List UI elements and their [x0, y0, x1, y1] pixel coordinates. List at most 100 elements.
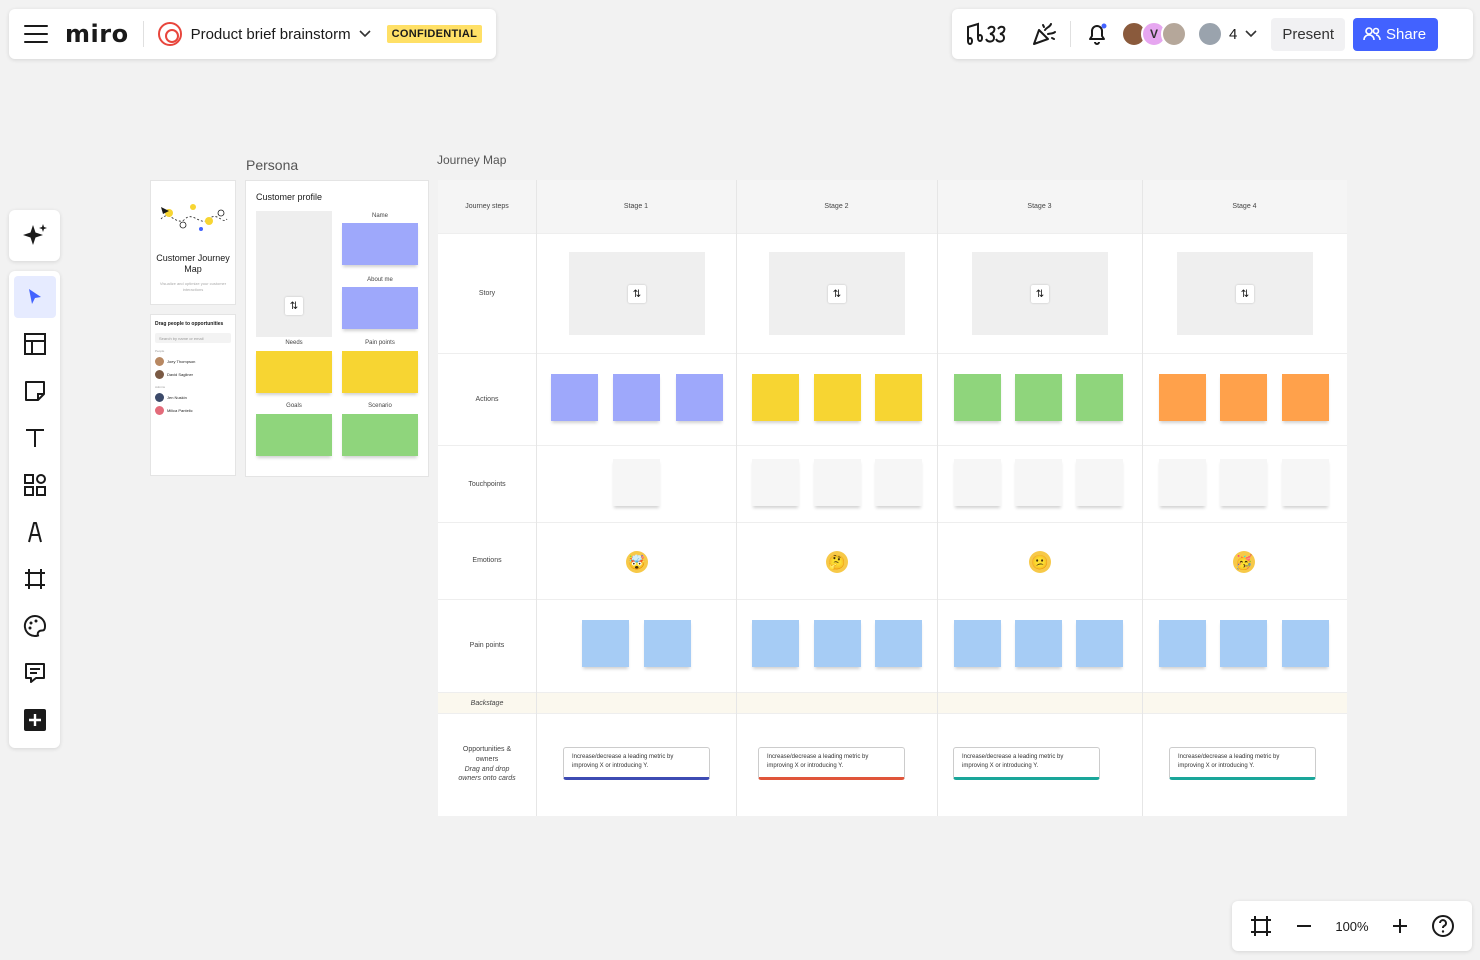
- confidential-badge[interactable]: CONFIDENTIAL: [386, 25, 483, 43]
- emotion-emoji[interactable]: 😕: [1029, 551, 1051, 573]
- emotion-emoji[interactable]: 🤯: [626, 551, 648, 573]
- collaborator-count[interactable]: 4: [1229, 26, 1237, 43]
- people-card[interactable]: Drag people to opportunities Search by n…: [150, 314, 236, 476]
- touchpoint-sticky[interactable]: [1220, 459, 1267, 506]
- text-tool[interactable]: [14, 417, 56, 459]
- story-image-placeholder[interactable]: ⇅: [569, 252, 705, 335]
- pen-tool[interactable]: [14, 511, 56, 553]
- pain-point-sticky[interactable]: [1076, 620, 1123, 667]
- opportunity-card[interactable]: Increase/decrease a leading metric by im…: [953, 747, 1100, 780]
- collaborator-avatars[interactable]: V 4: [1121, 21, 1257, 47]
- action-sticky[interactable]: [954, 374, 1001, 421]
- profile-photo-placeholder[interactable]: ⇅: [256, 211, 332, 337]
- action-sticky[interactable]: [752, 374, 799, 421]
- miro-logo[interactable]: miro: [65, 20, 129, 48]
- ai-sparkle-button[interactable]: [9, 210, 60, 261]
- notifications-bell-icon[interactable]: [1077, 14, 1117, 54]
- pain-point-sticky[interactable]: [1220, 620, 1267, 667]
- action-sticky[interactable]: [551, 374, 598, 421]
- zoom-level[interactable]: 100%: [1335, 919, 1368, 934]
- swap-icon[interactable]: ⇅: [1236, 285, 1254, 303]
- story-image-placeholder[interactable]: ⇅: [1177, 252, 1313, 335]
- pain-point-sticky[interactable]: [582, 620, 629, 667]
- story-image-placeholder[interactable]: ⇅: [769, 252, 905, 335]
- persona-frame[interactable]: Customer profile ⇅ Name About me Needs P…: [245, 180, 429, 477]
- action-sticky[interactable]: [676, 374, 723, 421]
- shapes-tool[interactable]: [14, 464, 56, 506]
- emotion-emoji[interactable]: 🥳: [1233, 551, 1255, 573]
- share-button[interactable]: Share: [1353, 17, 1439, 51]
- frame-tool[interactable]: [14, 558, 56, 600]
- opportunity-card[interactable]: Increase/decrease a leading metric by im…: [758, 747, 905, 780]
- touchpoint-sticky[interactable]: [1015, 459, 1062, 506]
- more-tools-button[interactable]: [14, 699, 56, 741]
- action-sticky[interactable]: [1076, 374, 1123, 421]
- action-sticky[interactable]: [814, 374, 861, 421]
- pain-point-sticky[interactable]: [644, 620, 691, 667]
- stage-header[interactable]: Stage 4: [1142, 203, 1347, 210]
- persona-frame-label[interactable]: Persona: [246, 157, 298, 173]
- pain-point-sticky[interactable]: [1282, 620, 1329, 667]
- opportunity-card[interactable]: Increase/decrease a leading metric by im…: [563, 747, 710, 780]
- stage-header[interactable]: Stage 2: [736, 203, 937, 210]
- swap-icon[interactable]: ⇅: [628, 285, 646, 303]
- chevron-down-icon[interactable]: [1245, 30, 1257, 38]
- touchpoint-sticky[interactable]: [954, 459, 1001, 506]
- stage-header[interactable]: Stage 3: [937, 203, 1142, 210]
- present-button[interactable]: Present: [1271, 17, 1346, 51]
- person-item[interactable]: David Sagliner: [155, 370, 231, 379]
- templates-tool[interactable]: [14, 323, 56, 365]
- people-search-input[interactable]: Search by name or email: [155, 333, 231, 343]
- touchpoint-sticky[interactable]: [875, 459, 922, 506]
- pain-point-sticky[interactable]: [1015, 620, 1062, 667]
- swap-icon[interactable]: ⇅: [828, 285, 846, 303]
- frame-icon[interactable]: [1249, 914, 1273, 938]
- pain-point-sticky[interactable]: [814, 620, 861, 667]
- opportunity-card[interactable]: Increase/decrease a leading metric by im…: [1169, 747, 1316, 780]
- touchpoint-sticky[interactable]: [1282, 459, 1329, 506]
- person-item[interactable]: Jen Nuskin: [155, 393, 231, 402]
- stickers-tool[interactable]: [14, 605, 56, 647]
- story-image-placeholder[interactable]: ⇅: [972, 252, 1108, 335]
- intro-card[interactable]: Customer Journey Map Visualize and optim…: [150, 180, 236, 305]
- journey-frame-label[interactable]: Journey Map: [437, 153, 506, 167]
- sticky-note[interactable]: [342, 287, 418, 329]
- zoom-in-icon[interactable]: [1391, 917, 1409, 935]
- action-sticky[interactable]: [1282, 374, 1329, 421]
- avatar[interactable]: [1161, 21, 1187, 47]
- pain-point-sticky[interactable]: [954, 620, 1001, 667]
- action-sticky[interactable]: [613, 374, 660, 421]
- action-sticky[interactable]: [1220, 374, 1267, 421]
- emotion-emoji[interactable]: 🤔: [826, 551, 848, 573]
- sticky-note[interactable]: [342, 223, 418, 265]
- person-item[interactable]: Joey Thompson: [155, 357, 231, 366]
- pain-point-sticky[interactable]: [1159, 620, 1206, 667]
- action-sticky[interactable]: [1159, 374, 1206, 421]
- touchpoint-sticky[interactable]: [1159, 459, 1206, 506]
- menu-icon[interactable]: [24, 25, 48, 43]
- person-item[interactable]: Milica Pantelic: [155, 406, 231, 415]
- touchpoint-sticky[interactable]: [814, 459, 861, 506]
- sticky-note[interactable]: [256, 414, 332, 456]
- chevron-down-icon[interactable]: [359, 30, 371, 38]
- swap-icon[interactable]: ⇅: [1031, 285, 1049, 303]
- board-title[interactable]: Product brief brainstorm: [191, 26, 351, 43]
- celebrate-icon[interactable]: [1024, 14, 1064, 54]
- avatar[interactable]: [1197, 21, 1223, 47]
- pain-point-sticky[interactable]: [875, 620, 922, 667]
- touchpoint-sticky[interactable]: [752, 459, 799, 506]
- sticky-note[interactable]: [342, 414, 418, 456]
- stage-header[interactable]: Stage 1: [536, 203, 736, 210]
- select-tool[interactable]: [13, 276, 56, 318]
- help-icon[interactable]: [1431, 914, 1455, 938]
- reactions-icon[interactable]: [962, 14, 1014, 54]
- action-sticky[interactable]: [1015, 374, 1062, 421]
- sticky-note[interactable]: [256, 351, 332, 393]
- swap-icon[interactable]: ⇅: [285, 297, 303, 315]
- sticky-note[interactable]: [342, 351, 418, 393]
- zoom-out-icon[interactable]: [1295, 917, 1313, 935]
- touchpoint-sticky[interactable]: [613, 459, 660, 506]
- comment-tool[interactable]: [14, 652, 56, 694]
- action-sticky[interactable]: [875, 374, 922, 421]
- touchpoint-sticky[interactable]: [1076, 459, 1123, 506]
